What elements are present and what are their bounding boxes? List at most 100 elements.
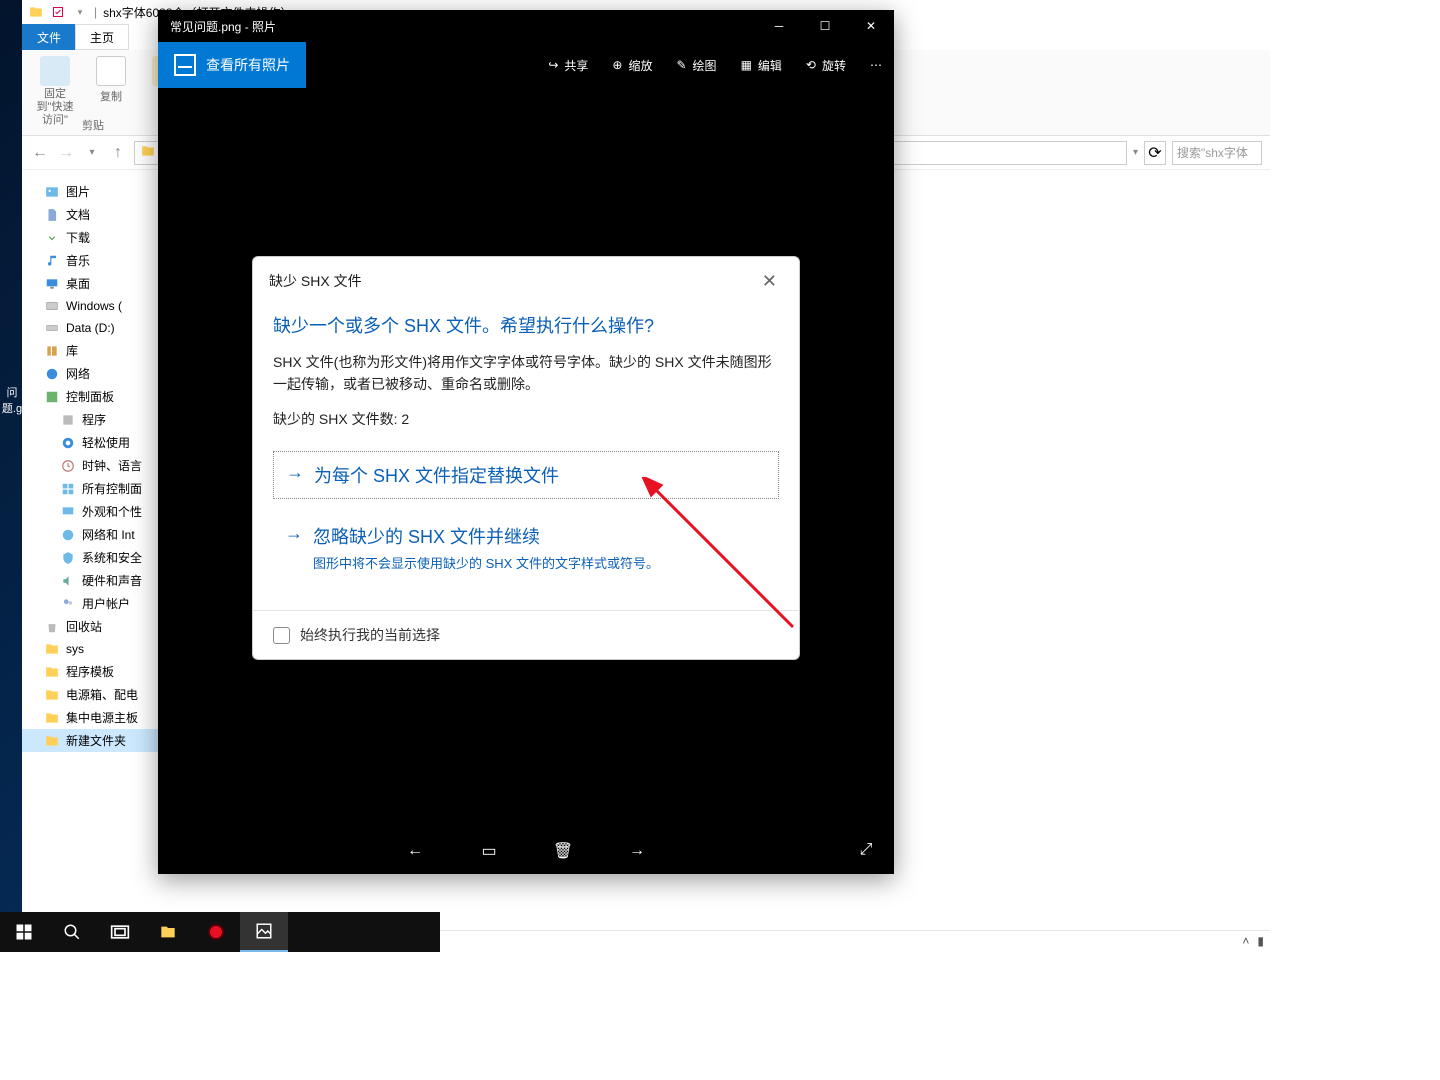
folder-icon <box>141 144 155 161</box>
arrow-icon: → <box>285 523 303 545</box>
sidebar-item-label: 轻松使用 <box>82 434 130 451</box>
back-button[interactable]: ← <box>30 143 50 163</box>
folder-icon <box>28 4 44 20</box>
sidebar-item-label: 用户帐户 <box>82 595 130 612</box>
record-icon <box>208 924 224 940</box>
always-checkbox[interactable] <box>273 627 290 644</box>
battery-icon[interactable]: ▮ <box>1257 934 1264 948</box>
record-taskbar-button[interactable] <box>192 912 240 952</box>
zoom-button[interactable]: ⊕缩放 <box>600 42 664 88</box>
search-button[interactable] <box>48 912 96 952</box>
photos-window: 常见问题.png - 照片 ─ ☐ ✕ 查看所有照片 ↪共享 ⊕缩放 ✎绘图 ▦… <box>158 10 894 874</box>
folder-icon <box>44 733 60 749</box>
sidebar-item-label: 电源箱、配电 <box>66 686 138 703</box>
next-button[interactable]: → <box>625 839 649 863</box>
documents-icon <box>44 207 60 223</box>
sidebar-item-label: 回收站 <box>66 618 102 635</box>
qat-dropdown-icon[interactable]: ▾ <box>72 4 88 20</box>
more-icon: ⋯ <box>870 58 882 72</box>
share-button[interactable]: ↪共享 <box>536 42 600 88</box>
sidebar-item-label: 图片 <box>66 183 90 200</box>
recycle-icon <box>44 619 60 635</box>
copy-icon <box>96 56 126 86</box>
up-button[interactable]: ↑ <box>108 143 128 163</box>
slideshow-button[interactable]: ▭ <box>477 839 501 863</box>
refresh-button[interactable]: ⟳ <box>1144 141 1166 165</box>
folder-icon <box>44 710 60 726</box>
draw-label: 绘图 <box>693 57 717 74</box>
shx-close-button[interactable]: ✕ <box>756 271 783 292</box>
shx-missing-count: 缺少的 SHX 文件数: 2 <box>273 409 779 429</box>
minimize-button[interactable]: ─ <box>756 10 802 42</box>
tab-file[interactable]: 文件 <box>22 24 76 50</box>
shx-missing-dialog: 缺少 SHX 文件 ✕ 缺少一个或多个 SHX 文件。希望执行什么操作? SHX… <box>252 256 800 660</box>
sidebar-item-label: 时钟、语言 <box>82 457 142 474</box>
sidebar-item-label: 库 <box>66 342 78 359</box>
draw-button[interactable]: ✎绘图 <box>664 42 728 88</box>
users-icon <box>60 596 76 612</box>
sidebar-item-label: 集中电源主板 <box>66 709 138 726</box>
shx-option2-label: 忽略缺少的 SHX 文件并继续 <box>313 523 767 549</box>
recent-dropdown[interactable]: ▾ <box>82 143 102 163</box>
copy-label: 复制 <box>100 88 122 104</box>
view-all-photos-button[interactable]: 查看所有照片 <box>158 42 306 88</box>
shx-description: SHX 文件(也称为形文件)将用作文字字体或符号字体。缺少的 SHX 文件未随图… <box>273 352 779 395</box>
tray-chevron-icon[interactable]: ˄ <box>1242 934 1249 948</box>
start-button[interactable] <box>0 912 48 952</box>
pictures-icon <box>44 184 60 200</box>
shx-option-specify[interactable]: → 为每个 SHX 文件指定替换文件 <box>273 451 779 499</box>
sidebar-item-label: 下载 <box>66 229 90 246</box>
edit-label: 编辑 <box>758 57 782 74</box>
photos-window-title: 常见问题.png - 照片 <box>170 18 756 35</box>
sidebar-item-label: 系统和安全 <box>82 549 142 566</box>
search-input[interactable]: 搜索"shx字体 <box>1172 141 1262 165</box>
shx-option2-sub: 图形中将不会显示使用缺少的 SHX 文件的文字样式或符号。 <box>313 553 767 572</box>
photos-footer: ← ▭ 🗑 → <box>158 828 894 874</box>
downloads-icon <box>44 230 60 246</box>
always-label: 始终执行我的当前选择 <box>300 625 440 645</box>
arrow-icon: → <box>286 462 304 484</box>
taskview-button[interactable] <box>96 912 144 952</box>
close-button[interactable]: ✕ <box>848 10 894 42</box>
maximize-button[interactable]: ☐ <box>802 10 848 42</box>
pin-label: 固定到"快速访问" <box>32 88 78 128</box>
sidebar-item-label: 所有控制面 <box>82 480 142 497</box>
delete-button[interactable]: 🗑 <box>551 839 575 863</box>
ribbon-group-clipboard: 剪贴 <box>82 117 104 133</box>
view-all-label: 查看所有照片 <box>206 55 290 75</box>
ease-icon <box>60 435 76 451</box>
tab-home[interactable]: 主页 <box>75 24 129 50</box>
clock-icon <box>60 458 76 474</box>
edit-button[interactable]: ▦ 编辑 <box>729 42 794 88</box>
shx-option1-label: 为每个 SHX 文件指定替换文件 <box>314 462 766 488</box>
system-tray: ˄ ▮ <box>1242 934 1264 948</box>
fullscreen-button[interactable]: ⤢ <box>854 838 878 862</box>
folder-icon <box>44 687 60 703</box>
sound-icon <box>60 573 76 589</box>
shx-headline: 缺少一个或多个 SHX 文件。希望执行什么操作? <box>273 312 779 338</box>
pin-button[interactable]: 固定到"快速访问" <box>32 56 78 129</box>
explorer-taskbar-button[interactable] <box>144 912 192 952</box>
pin-icon <box>40 56 70 86</box>
forward-button[interactable]: → <box>56 143 76 163</box>
folder-icon <box>44 641 60 657</box>
more-button[interactable]: ⋯ <box>858 42 894 88</box>
desktop-file-label: 问题.g <box>0 384 24 416</box>
edit-icon: ▦ <box>741 58 752 72</box>
shx-dialog-title: 缺少 SHX 文件 <box>269 271 362 292</box>
sidebar-item-label: 文档 <box>66 206 90 223</box>
prev-button[interactable]: ← <box>403 839 427 863</box>
address-dropdown[interactable]: ▾ <box>1133 147 1138 158</box>
gallery-icon <box>174 54 196 76</box>
shx-option-ignore[interactable]: → 忽略缺少的 SHX 文件并继续 图形中将不会显示使用缺少的 SHX 文件的文… <box>273 513 779 582</box>
photo-viewport[interactable]: 缺少 SHX 文件 ✕ 缺少一个或多个 SHX 文件。希望执行什么操作? SHX… <box>158 88 894 828</box>
share-icon: ↪ <box>548 58 558 72</box>
programs-icon <box>60 412 76 428</box>
photos-taskbar-button[interactable] <box>240 912 288 952</box>
properties-icon[interactable] <box>50 4 66 20</box>
sidebar-item-label: 外观和个性 <box>82 503 142 520</box>
sidebar-item-label: 新建文件夹 <box>66 732 126 749</box>
sidebar-item-label: sys <box>66 642 84 656</box>
rotate-button[interactable]: ⟲旋转 <box>794 42 858 88</box>
desktop-background <box>0 0 24 952</box>
